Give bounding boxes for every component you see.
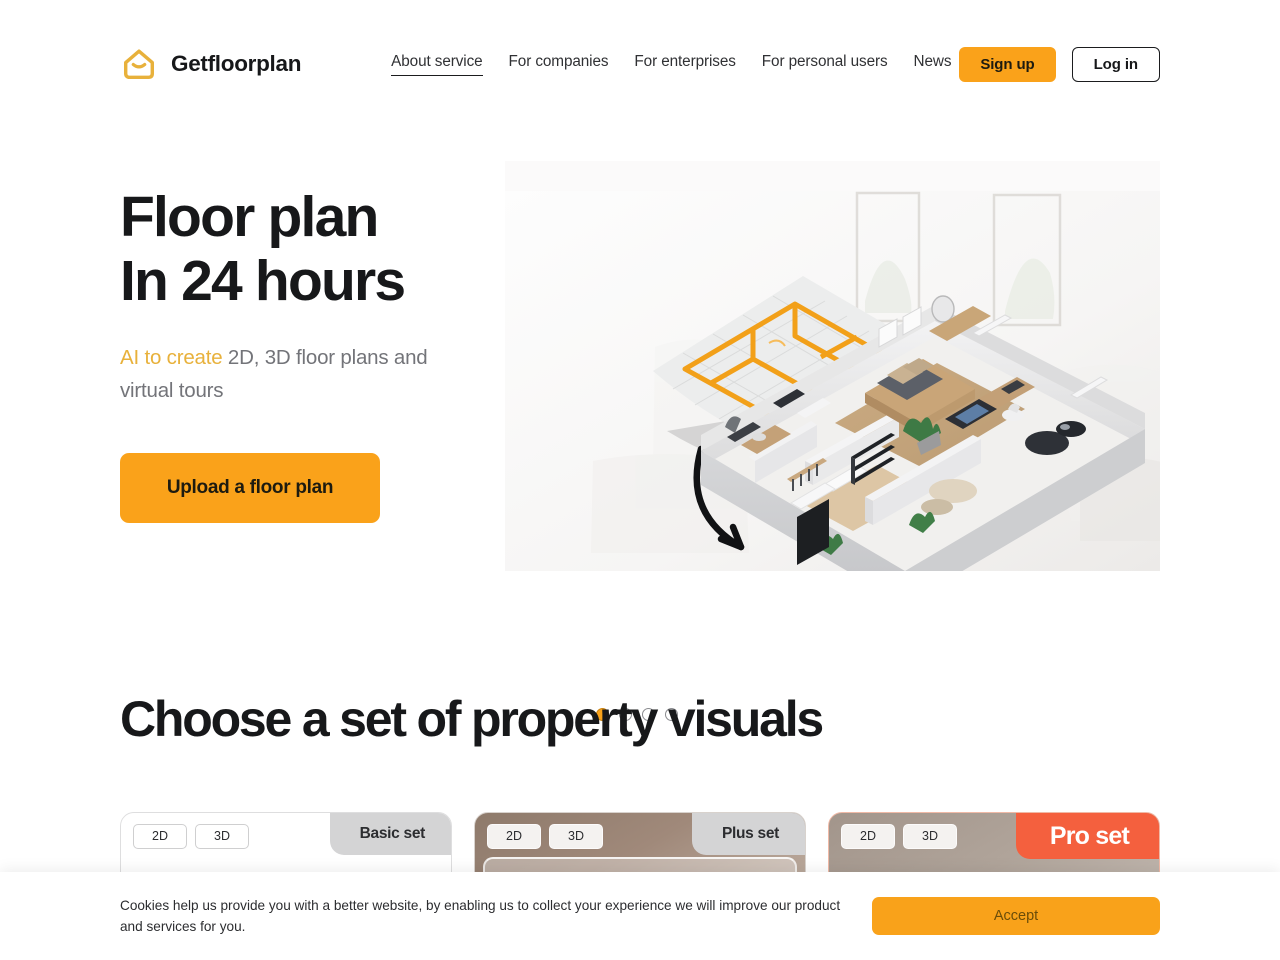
brand-name: Getfloorplan	[171, 51, 302, 76]
toggle-3d-pro[interactable]: 3D	[903, 824, 957, 849]
toggle-2d-basic[interactable]: 2D	[133, 824, 187, 849]
nav-item-for-enterprises[interactable]: For enterprises	[634, 53, 735, 75]
hero-title: Floor plan In 24 hours	[120, 185, 406, 313]
header-actions: Sign up Log in	[959, 46, 1160, 82]
nav-item-news[interactable]: News	[914, 53, 952, 75]
sign-up-button[interactable]: Sign up	[959, 46, 1056, 82]
hero-subtitle-accent: AI to create	[120, 346, 223, 369]
set-badge-plus: Plus set	[691, 813, 805, 855]
set-badge-basic: Basic set	[329, 813, 451, 855]
main-navigation: About service For companies For enterpri…	[391, 53, 959, 76]
house-smile-logo-icon	[120, 45, 158, 83]
hero-section: Floor plan In 24 hours AI to create 2D, …	[0, 128, 1280, 721]
site-header: Getfloorplan About service For companies…	[0, 0, 1280, 128]
nav-item-for-companies[interactable]: For companies	[509, 53, 609, 75]
set-toggles-plus: 2D 3D	[487, 824, 603, 849]
brand-logo[interactable]: Getfloorplan	[120, 45, 301, 83]
log-in-button[interactable]: Log in	[1071, 46, 1160, 82]
cookie-consent-text: Cookies help us provide you with a bette…	[120, 898, 841, 934]
toggle-3d-basic[interactable]: 3D	[195, 824, 249, 849]
nav-item-for-personal-users[interactable]: For personal users	[762, 53, 888, 75]
cookie-accept-button[interactable]: Accept	[872, 897, 1160, 935]
cookie-consent-bar: Cookies help us provide you with a bette…	[0, 872, 1280, 960]
toggle-3d-plus[interactable]: 3D	[549, 824, 603, 849]
landing-page: Getfloorplan About service For companies…	[0, 0, 1280, 960]
hero-copy: Floor plan In 24 hours AI to create 2D, …	[120, 185, 500, 523]
hero-visual[interactable]	[505, 161, 1160, 571]
toggle-2d-plus[interactable]: 2D	[487, 824, 541, 849]
set-badge-pro: Pro set	[1015, 813, 1159, 859]
hero-subtitle: AI to create 2D, 3D floor plans and virt…	[120, 341, 460, 407]
toggle-2d-pro[interactable]: 2D	[841, 824, 895, 849]
set-toggles-pro: 2D 3D	[841, 824, 957, 849]
section-title: Choose a set of property visuals	[120, 691, 824, 747]
nav-item-about-service[interactable]: About service	[391, 53, 483, 76]
set-toggles-basic: 2D 3D	[133, 824, 249, 849]
upload-floor-plan-button[interactable]: Upload a floor plan	[120, 453, 380, 523]
